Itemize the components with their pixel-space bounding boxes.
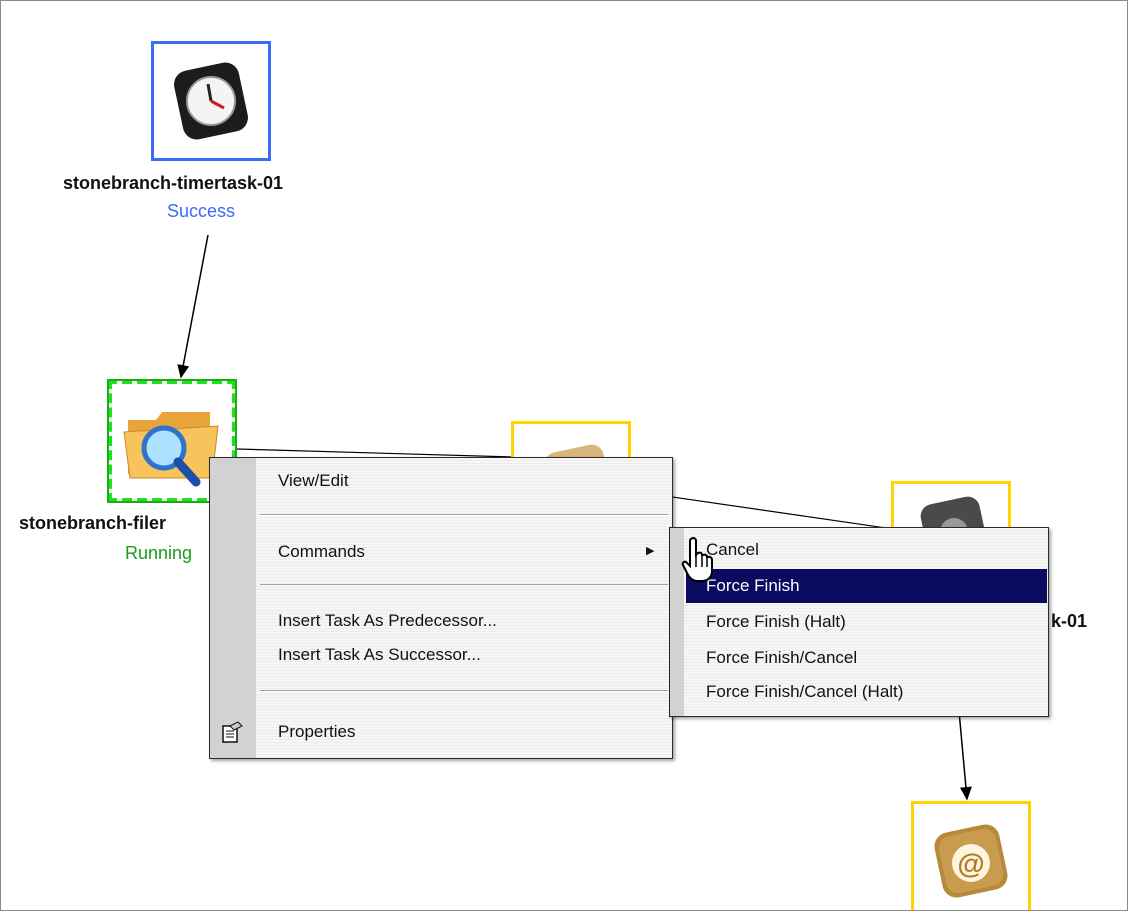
connector-filer-to-task: [236, 448, 514, 458]
status-running: Running: [125, 543, 193, 563]
submenu-item-force-finish-cancel[interactable]: Force Finish/Cancel: [706, 648, 857, 668]
email-icon: @: [934, 824, 1008, 898]
menu-item-view-edit[interactable]: View/Edit: [278, 471, 349, 491]
context-menu: View/Edit Commands ▶ Insert Task As Pred…: [209, 457, 673, 759]
menu-item-properties[interactable]: Properties: [278, 722, 355, 742]
task-node[interactable]: [891, 481, 1011, 540]
email-task-node[interactable]: @: [911, 801, 1031, 910]
submenu-item-force-finish[interactable]: Force Finish: [706, 576, 800, 596]
email-glyph: @: [957, 848, 984, 879]
menu-item-insert-successor[interactable]: Insert Task As Successor...: [278, 645, 481, 665]
node-name: stonebranch-timertask-01: [63, 173, 284, 193]
connector-timer-to-filer: [177, 234, 209, 379]
submenu-arrow-icon: ▶: [646, 545, 655, 557]
connector-k01-to-email: [958, 710, 972, 801]
commands-submenu: Cancel Force Finish Force Finish (Halt) …: [669, 527, 1049, 717]
timer-task-node[interactable]: [151, 41, 271, 161]
menu-item-insert-predecessor[interactable]: Insert Task As Predecessor...: [278, 611, 497, 631]
node-name: stonebranch-filer: [19, 513, 167, 533]
submenu-item-force-finish-cancel-halt[interactable]: Force Finish/Cancel (Halt): [706, 682, 903, 702]
submenu-item-force-finish-halt[interactable]: Force Finish (Halt): [706, 612, 846, 632]
menu-item-commands[interactable]: Commands: [278, 542, 365, 562]
status-success: Success: [167, 201, 236, 221]
workflow-canvas[interactable]: stonebranch-timertask-01 Success stonebr…: [0, 0, 1128, 911]
clock-icon: [174, 62, 248, 140]
hand-pointer-icon: [681, 537, 713, 582]
node-name: k-01: [1051, 611, 1088, 631]
properties-icon: [222, 721, 243, 743]
